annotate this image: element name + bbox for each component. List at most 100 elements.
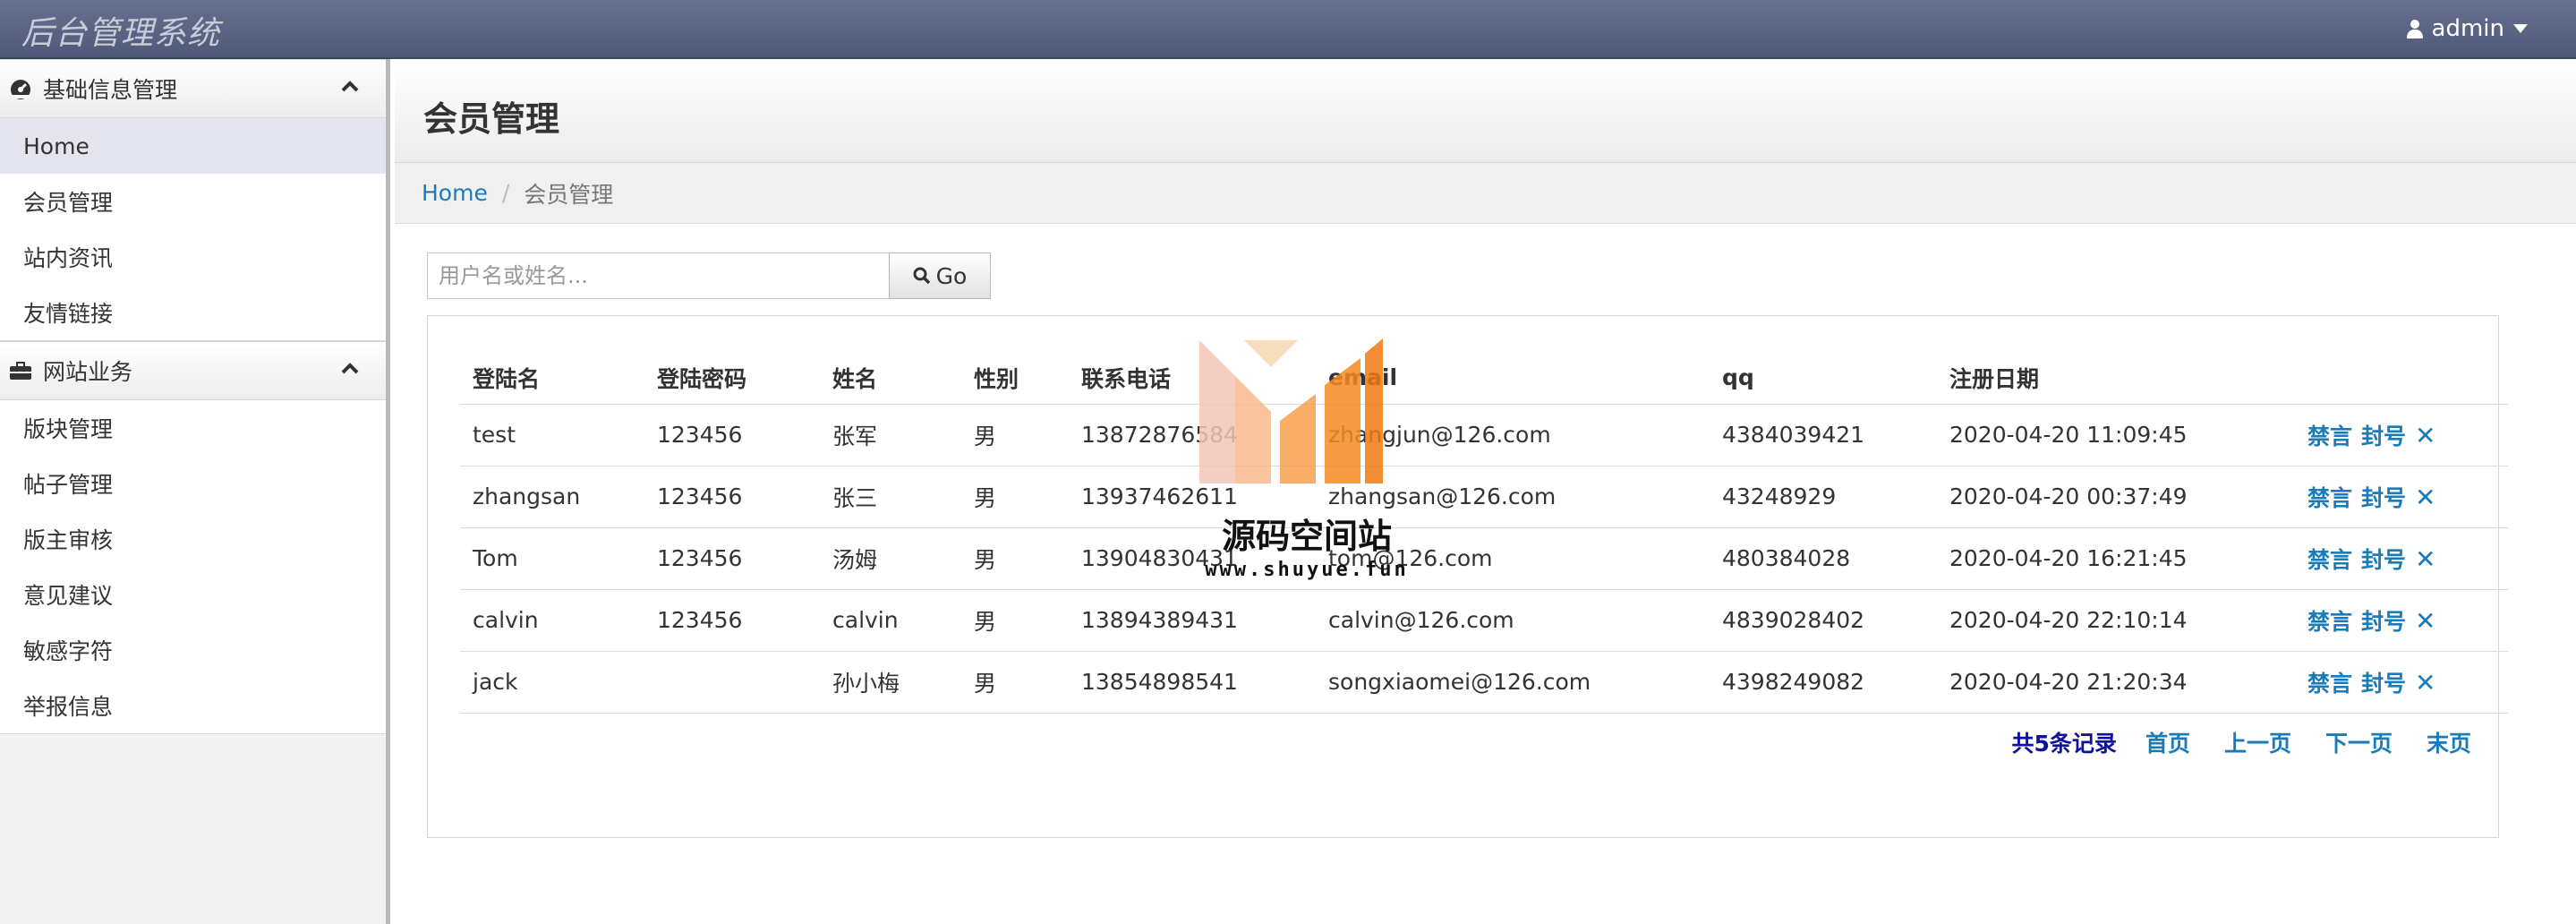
ban-link[interactable]: 封号 — [2361, 547, 2406, 573]
cell-actions: 禁言 封号 ✕ — [2295, 588, 2508, 651]
sidebar-item-home[interactable]: Home — [0, 118, 386, 174]
sidebar-item-boards[interactable]: 版块管理 — [0, 400, 386, 456]
go-button-label: Go — [935, 262, 968, 289]
cell-username: test — [460, 403, 644, 466]
table-row: zhangsan 123456 张三 男 13937462611 zhangsa… — [460, 465, 2508, 527]
search-input[interactable] — [427, 252, 889, 299]
cell-password: 123456 — [644, 588, 820, 651]
cell-gender: 男 — [961, 403, 1069, 466]
table-row: test 123456 张军 男 13872876584 zhangjun@12… — [460, 403, 2508, 466]
cell-username: jack — [460, 650, 644, 714]
cell-email: calvin@126.com — [1316, 588, 1710, 651]
cell-gender: 男 — [961, 650, 1069, 714]
cell-reg-date: 2020-04-20 16:21:45 — [1937, 526, 2295, 589]
column-header: 登陆密码 — [657, 365, 747, 392]
sidebar-group-basic-info[interactable]: 基础信息管理 — [0, 59, 386, 118]
sidebar-group-title: 基础信息管理 — [43, 77, 178, 103]
sidebar-item-links[interactable]: 友情链接 — [0, 285, 386, 340]
cell-name: 汤姆 — [820, 526, 961, 589]
breadcrumb-current: 会员管理 — [524, 181, 614, 208]
watermark: 源码空间站 www.shuyue.fun — [1190, 331, 1423, 591]
column-header: 性别 — [974, 365, 1019, 392]
cell-username: zhangsan — [460, 465, 644, 527]
sidebar-item-feedback[interactable]: 意见建议 — [0, 567, 386, 622]
breadcrumb-home-link[interactable]: Home — [422, 180, 488, 206]
sidebar-item-reports[interactable]: 举报信息 — [0, 678, 386, 733]
go-button[interactable]: Go — [889, 252, 991, 299]
table-row: jack 孙小梅 男 13854898541 songxiaomei@126.c… — [460, 650, 2508, 714]
delete-icon[interactable]: ✕ — [2415, 606, 2435, 636]
page-title: 会员管理 — [423, 99, 560, 139]
column-header: 登陆名 — [473, 365, 541, 392]
members-panel: 登陆名 登陆密码 姓名 性别 联系电话 email qq 注册日期 test 1… — [427, 315, 2508, 838]
cell-password: 123456 — [644, 403, 820, 466]
members-table: 登陆名 登陆密码 姓名 性别 联系电话 email qq 注册日期 test 1… — [460, 352, 2508, 714]
cell-qq: 43248929 — [1710, 465, 1937, 527]
sidebar-item-moderator-review[interactable]: 版主审核 — [0, 511, 386, 567]
table-row: Tom 123456 汤姆 男 13904830431 tom@126.com … — [460, 526, 2508, 589]
cell-reg-date: 2020-04-20 22:10:14 — [1937, 588, 2295, 651]
cell-name: 孙小梅 — [820, 650, 961, 714]
cell-qq: 4839028402 — [1710, 588, 1937, 651]
briefcase-icon — [10, 362, 31, 380]
pagination-next[interactable]: 下一页 — [2325, 726, 2393, 758]
cell-password — [644, 650, 820, 714]
cell-actions: 禁言 封号 ✕ — [2295, 403, 2508, 466]
cell-password: 123456 — [644, 465, 820, 527]
cell-reg-date: 2020-04-20 00:37:49 — [1937, 465, 2295, 527]
sidebar-item-members[interactable]: 会员管理 — [0, 174, 386, 229]
sidebar-group-site-business[interactable]: 网站业务 — [0, 341, 386, 400]
mute-link[interactable]: 禁言 — [2307, 424, 2352, 449]
ban-link[interactable]: 封号 — [2361, 671, 2406, 697]
cell-qq: 4398249082 — [1710, 650, 1937, 714]
cell-gender: 男 — [961, 588, 1069, 651]
cell-gender: 男 — [961, 465, 1069, 527]
chevron-up-icon — [341, 363, 359, 374]
pagination-last[interactable]: 末页 — [2427, 726, 2471, 758]
sidebar-item-news[interactable]: 站内资讯 — [0, 229, 386, 285]
pagination: 共5条记录 首页 上一页 下一页 末页 — [2012, 726, 2471, 758]
cell-username: Tom — [460, 526, 644, 589]
watermark-text: 源码空间站 — [1221, 517, 1392, 556]
cell-gender: 男 — [961, 526, 1069, 589]
app-title: 后台管理系统 — [21, 15, 221, 52]
mute-link[interactable]: 禁言 — [2307, 547, 2352, 573]
sidebar-group-title: 网站业务 — [43, 359, 133, 385]
mute-link[interactable]: 禁言 — [2307, 485, 2352, 511]
sidebar-item-sensitive-words[interactable]: 敏感字符 — [0, 622, 386, 678]
table-row: calvin 123456 calvin 男 13894389431 calvi… — [460, 588, 2508, 651]
column-header-actions — [2295, 352, 2508, 404]
top-navbar: 后台管理系统 admin — [0, 0, 2576, 59]
pagination-first[interactable]: 首页 — [2145, 726, 2190, 758]
delete-icon[interactable]: ✕ — [2415, 668, 2435, 697]
delete-icon[interactable]: ✕ — [2415, 483, 2435, 512]
user-menu[interactable]: admin — [2406, 11, 2528, 47]
cell-email: songxiaomei@126.com — [1316, 650, 1710, 714]
column-header: 姓名 — [832, 365, 878, 392]
cell-phone: 13894389431 — [1069, 588, 1316, 651]
delete-icon[interactable]: ✕ — [2415, 544, 2435, 574]
mute-link[interactable]: 禁言 — [2307, 609, 2352, 635]
cell-reg-date: 2020-04-20 21:20:34 — [1937, 650, 2295, 714]
ban-link[interactable]: 封号 — [2361, 424, 2406, 449]
cell-phone: 13854898541 — [1069, 650, 1316, 714]
breadcrumb-separator: / — [501, 180, 510, 206]
breadcrumb: Home / 会员管理 — [395, 163, 2576, 224]
delete-icon[interactable]: ✕ — [2415, 421, 2435, 450]
chevron-up-icon — [341, 81, 359, 92]
page-header: 会员管理 — [395, 59, 2576, 163]
dashboard-icon — [11, 80, 30, 99]
ban-link[interactable]: 封号 — [2361, 609, 2406, 635]
sidebar-item-posts[interactable]: 帖子管理 — [0, 456, 386, 511]
cell-password: 123456 — [644, 526, 820, 589]
pagination-total: 共5条记录 — [2011, 731, 2117, 757]
ban-link[interactable]: 封号 — [2361, 485, 2406, 511]
mute-link[interactable]: 禁言 — [2307, 671, 2352, 697]
cell-name: 张军 — [820, 403, 961, 466]
cell-qq: 4384039421 — [1710, 403, 1937, 466]
pagination-prev[interactable]: 上一页 — [2224, 726, 2291, 758]
user-icon — [2406, 20, 2423, 38]
cell-name: 张三 — [820, 465, 961, 527]
search-bar: Go — [427, 252, 991, 299]
caret-down-icon — [2513, 24, 2528, 33]
